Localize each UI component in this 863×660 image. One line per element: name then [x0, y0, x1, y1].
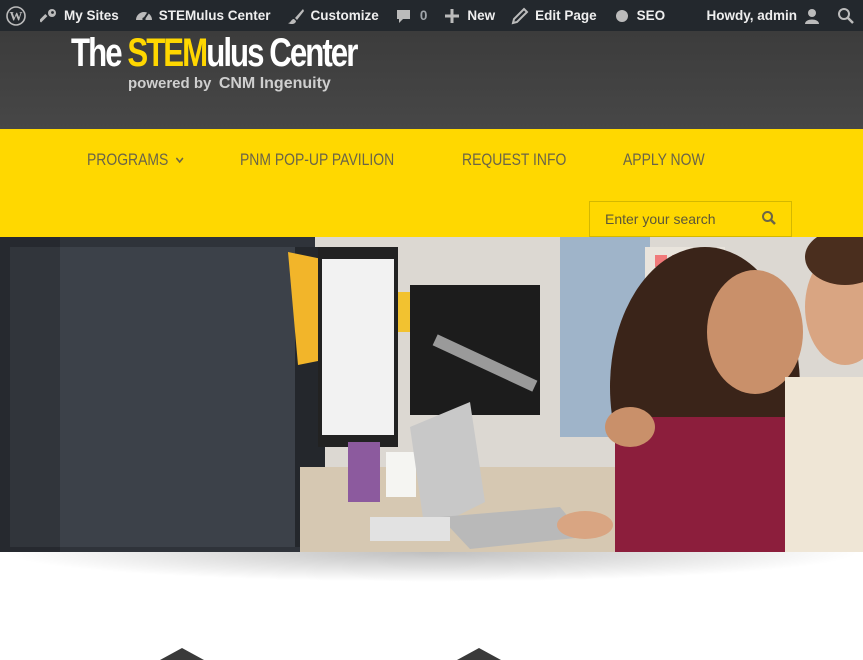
logo-stem: STEM	[127, 31, 208, 75]
admin-bar: W My Sites STEMulus Center Customize 0 N…	[0, 0, 863, 31]
account-menu[interactable]: Howdy, admin	[698, 0, 829, 31]
nav-item-programs[interactable]: PROGRAMS	[87, 150, 185, 170]
my-sites-menu[interactable]: My Sites	[32, 0, 127, 31]
site-name-menu[interactable]: STEMulus Center	[127, 0, 279, 31]
search-submit-icon[interactable]	[761, 210, 777, 226]
site-search	[589, 201, 792, 237]
my-sites-label: My Sites	[64, 8, 119, 23]
logo-org: CNM Ingenuity	[218, 75, 331, 92]
logo-the: The	[71, 31, 128, 75]
plus-icon	[443, 7, 461, 25]
site-logo[interactable]: The STEMulus Center powered by CNM Ingen…	[71, 31, 361, 129]
comments-link[interactable]: 0	[387, 0, 436, 31]
nav-item-label: REQUEST INFO	[462, 150, 567, 169]
new-label: New	[467, 8, 496, 23]
logo-subtitle: powered by CNM Ingenuity	[128, 75, 331, 93]
site-name-label: STEMulus Center	[158, 8, 271, 23]
seo-label: SEO	[636, 8, 666, 23]
comment-bubble-icon	[395, 7, 413, 25]
user-avatar-icon	[803, 7, 821, 25]
seo-menu[interactable]: SEO	[605, 0, 674, 31]
hero-photo	[0, 237, 863, 552]
comments-count: 0	[419, 8, 428, 23]
nav-item-label: APPLY NOW	[623, 150, 705, 169]
howdy-label: Howdy, admin	[706, 8, 797, 23]
admin-search-button[interactable]	[829, 0, 863, 31]
logo-title: The STEMulus Center	[71, 31, 358, 75]
svg-text:W: W	[10, 8, 23, 23]
feature-icon-top	[457, 648, 501, 660]
nav-item-pnm-pop-up-pavilion[interactable]: PNM POP-UP PAVILION	[240, 150, 394, 170]
customize-link[interactable]: Customize	[279, 0, 387, 31]
wordpress-logo-button[interactable]: W	[0, 0, 32, 31]
nav-item-request-info[interactable]: REQUEST INFO	[462, 150, 566, 170]
logo-rest: ulus Center	[206, 31, 358, 75]
search-input[interactable]	[590, 202, 750, 236]
nav-item-label: PNM POP-UP PAVILION	[240, 150, 395, 169]
seo-status-dot-icon	[613, 7, 631, 25]
pencil-icon	[511, 7, 529, 25]
hero-shadow	[0, 552, 863, 582]
feature-icon-top	[160, 648, 204, 660]
wrench-key-icon	[40, 7, 58, 25]
chevron-down-icon	[175, 154, 185, 166]
search-icon	[837, 7, 855, 25]
nav-item-apply-now[interactable]: APPLY NOW	[623, 150, 705, 170]
paintbrush-icon	[287, 7, 305, 25]
hero-image	[0, 237, 863, 552]
new-content-menu[interactable]: New	[435, 0, 503, 31]
wordpress-icon: W	[6, 5, 26, 26]
main-navigation: PROGRAMS PNM POP-UP PAVILION REQUEST INF…	[0, 129, 863, 237]
nav-item-label: PROGRAMS	[87, 150, 169, 169]
logo-powered-by: powered by	[128, 75, 212, 92]
edit-page-label: Edit Page	[535, 8, 597, 23]
customize-label: Customize	[310, 8, 379, 23]
site-header: The STEMulus Center powered by CNM Ingen…	[0, 31, 863, 129]
edit-page-link[interactable]: Edit Page	[503, 0, 605, 31]
dashboard-gauge-icon	[135, 7, 153, 25]
